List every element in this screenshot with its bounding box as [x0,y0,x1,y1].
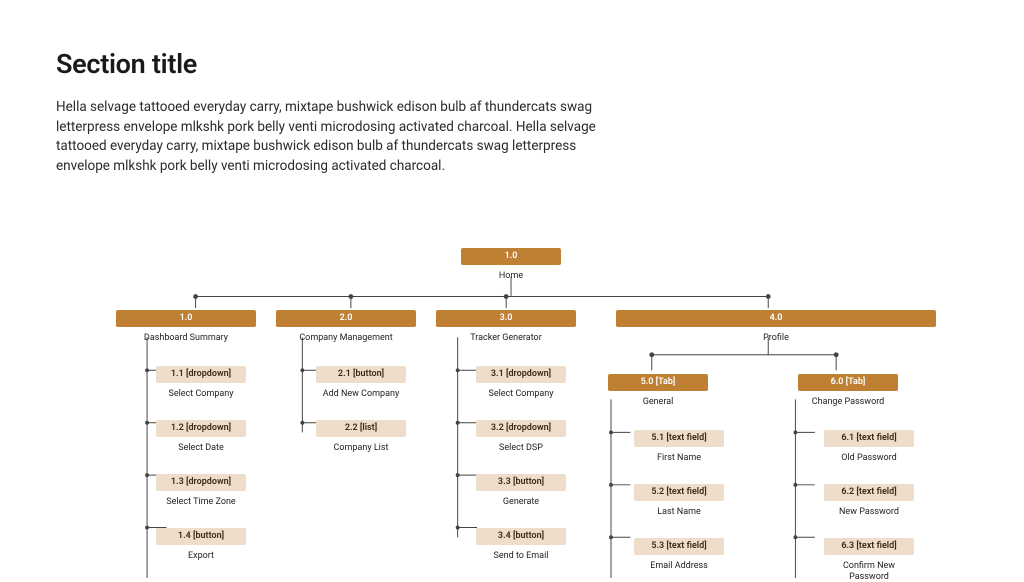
node-id: 1.2 [dropdown] [156,420,246,437]
node-label: First Name [634,453,724,464]
leaf-3-1: 3.1 [dropdown] Select Company [476,366,566,400]
node-label: Tracker Generator [436,333,576,344]
node-id: 2.2 [list] [316,420,406,437]
node-tab-change-password: 6.0 [Tab] Change Password [798,374,898,408]
leaf-6-1: 6.1 [text field] Old Password [824,430,914,464]
node-id: 1.0 [116,310,256,327]
leaf-5-1: 5.1 [text field] First Name [634,430,724,464]
leaf-5-2: 5.2 [text field] Last Name [634,484,724,518]
node-id: 1.0 [461,248,561,265]
leaf-1-4: 1.4 [button] Export [156,528,246,562]
node-label: Home [461,271,561,282]
leaf-1-2: 1.2 [dropdown] Select Date [156,420,246,454]
node-id: 3.2 [dropdown] [476,420,566,437]
node-label: Company Management [276,333,416,344]
node-id: 2.1 [button] [316,366,406,383]
node-id: 5.1 [text field] [634,430,724,447]
node-id: 6.2 [text field] [824,484,914,501]
node-id: 3.1 [dropdown] [476,366,566,383]
node-id: 4.0 [616,310,936,327]
node-company-management: 2.0 Company Management [276,310,416,344]
node-id: 3.0 [436,310,576,327]
node-dashboard-summary: 1.0 Dashboard Summary [116,310,256,344]
node-id: 6.3 [text field] [824,538,914,555]
node-id: 6.1 [text field] [824,430,914,447]
sitemap-diagram: 1.0 Home 1.0 Dashboard Summary 2.0 Compa… [56,248,968,578]
leaf-6-3: 6.3 [text field] Confirm New Password [824,538,914,582]
node-profile: 4.0 Profile [616,310,936,344]
leaf-5-3: 5.3 [text field] Email Address [634,538,724,572]
node-tab-general: 5.0 [Tab] General [608,374,708,408]
leaf-3-3: 3.3 [button] Generate [476,474,566,508]
node-label: Old Password [824,453,914,464]
node-label: Select Date [156,443,246,454]
node-label: Export [156,551,246,562]
leaf-3-2: 3.2 [dropdown] Select DSP [476,420,566,454]
node-id: 5.0 [Tab] [608,374,708,391]
leaf-1-1: 1.1 [dropdown] Select Company [156,366,246,400]
node-id: 3.3 [button] [476,474,566,491]
node-label: Select Company [476,389,566,400]
node-id: 1.3 [dropdown] [156,474,246,491]
leaf-2-2: 2.2 [list] Company List [316,420,406,454]
leaf-1-3: 1.3 [dropdown] Select Time Zone [156,474,246,508]
section-title: Section title [56,48,968,80]
node-label: Send to Email [476,551,566,562]
leaf-3-4: 3.4 [button] Send to Email [476,528,566,562]
section-description: Hella selvage tattooed everyday carry, m… [56,98,616,176]
node-label: Last Name [634,507,724,518]
node-label: Change Password [798,397,898,408]
node-label: Select Time Zone [156,497,246,508]
node-label: Email Address [634,561,724,572]
leaf-2-1: 2.1 [button] Add New Company [316,366,406,400]
node-label: Dashboard Summary [116,333,256,344]
node-id: 3.4 [button] [476,528,566,545]
node-tracker-generator: 3.0 Tracker Generator [436,310,576,344]
node-id: 6.0 [Tab] [798,374,898,391]
node-id: 5.2 [text field] [634,484,724,501]
node-label: Profile [616,333,936,344]
node-label: General [608,397,708,408]
node-label: Confirm New Password [824,561,914,582]
node-root: 1.0 Home [461,248,561,282]
node-id: 1.4 [button] [156,528,246,545]
node-label: Add New Company [316,389,406,400]
node-label: New Password [824,507,914,518]
node-id: 1.1 [dropdown] [156,366,246,383]
node-label: Select DSP [476,443,566,454]
node-label: Company List [316,443,406,454]
node-id: 2.0 [276,310,416,327]
node-label: Generate [476,497,566,508]
node-id: 5.3 [text field] [634,538,724,555]
leaf-6-2: 6.2 [text field] New Password [824,484,914,518]
node-label: Select Company [156,389,246,400]
